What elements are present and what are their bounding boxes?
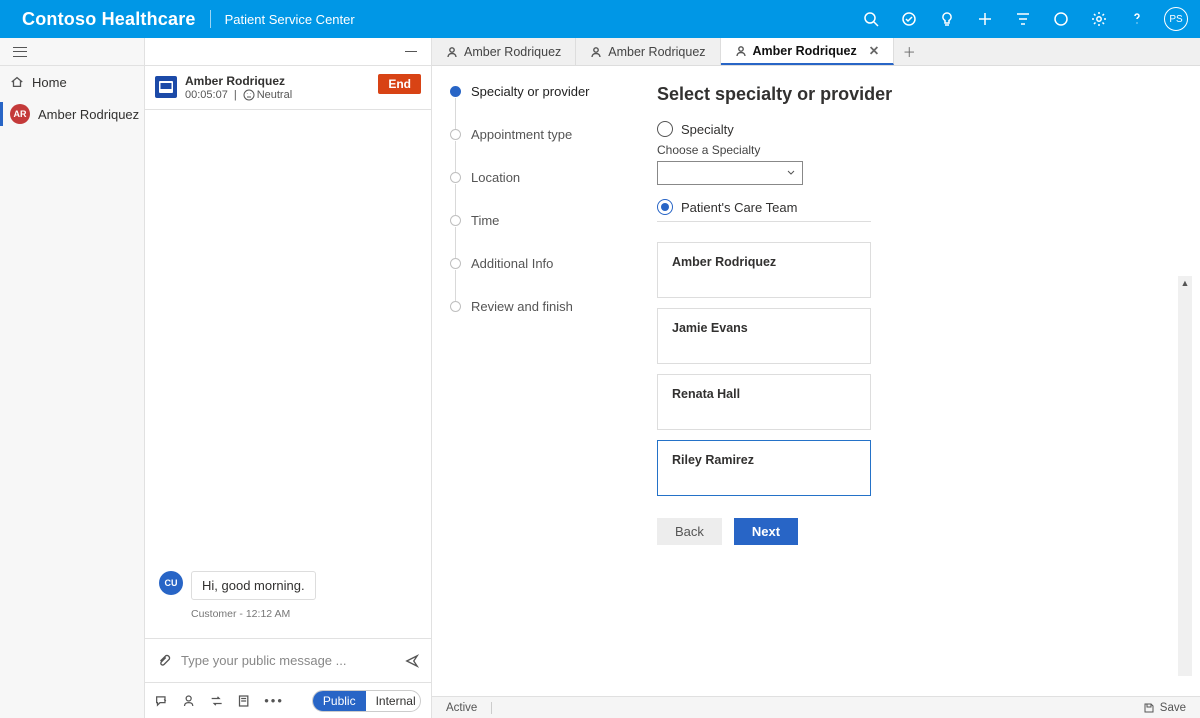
consult-icon[interactable] bbox=[182, 694, 195, 708]
care-team-card[interactable]: Amber Rodriquez bbox=[657, 242, 871, 298]
main-area: Amber Rodriquez Amber Rodriquez Amber Ro… bbox=[432, 38, 1200, 718]
scroll-up-icon[interactable]: ▲ bbox=[1181, 276, 1190, 290]
quick-reply-icon[interactable] bbox=[155, 694, 168, 708]
brand-name: Contoso Healthcare bbox=[22, 9, 196, 30]
close-tab-icon[interactable]: ✕ bbox=[869, 43, 879, 58]
radio-icon bbox=[657, 199, 673, 215]
message-bubble: Hi, good morning. bbox=[191, 571, 316, 600]
step-location[interactable]: Location bbox=[450, 170, 627, 213]
chat-message-input[interactable] bbox=[181, 653, 395, 668]
save-icon bbox=[1143, 702, 1155, 714]
message-meta: Customer - 12:12 AM bbox=[191, 608, 417, 620]
chat-channel-icon bbox=[155, 76, 177, 98]
chat-panel-header bbox=[145, 38, 431, 66]
tab-patient-1[interactable]: Amber Rodriquez bbox=[576, 38, 720, 65]
search-icon[interactable] bbox=[854, 0, 888, 38]
care-team-card[interactable]: Renata Hall bbox=[657, 374, 871, 430]
chevron-down-icon bbox=[786, 168, 796, 178]
scrollbar[interactable]: ▲ bbox=[1178, 276, 1192, 676]
radio-icon bbox=[657, 121, 673, 137]
conversation-panel: Amber Rodriquez 00:05:07 | Neutral End C… bbox=[145, 38, 432, 718]
chat-customer-name: Amber Rodriquez bbox=[185, 74, 370, 88]
session-avatar: AR bbox=[10, 104, 30, 124]
chat-toolbar: ••• Public Internal bbox=[145, 682, 431, 718]
rail-item-session[interactable]: AR Amber Rodriquez bbox=[0, 98, 144, 130]
product-name: Patient Service Center bbox=[225, 12, 355, 27]
notes-icon[interactable] bbox=[237, 694, 250, 708]
gear-icon[interactable] bbox=[1082, 0, 1116, 38]
radio-care-team[interactable]: Patient's Care Team bbox=[657, 199, 1170, 215]
add-icon[interactable] bbox=[968, 0, 1002, 38]
radio-specialty[interactable]: Specialty bbox=[657, 121, 1170, 137]
person-icon bbox=[735, 45, 747, 57]
back-button[interactable]: Back bbox=[657, 518, 722, 545]
help-icon[interactable] bbox=[1120, 0, 1154, 38]
care-team-top-divider bbox=[657, 221, 871, 222]
brand-separator bbox=[210, 10, 211, 28]
toggle-public[interactable]: Public bbox=[313, 691, 366, 711]
toggle-internal[interactable]: Internal bbox=[366, 691, 421, 711]
form-panel: Select specialty or provider Specialty C… bbox=[637, 66, 1200, 696]
end-chat-button[interactable]: End bbox=[378, 74, 421, 94]
rail-home-label: Home bbox=[32, 75, 67, 90]
filter-icon[interactable] bbox=[1006, 0, 1040, 38]
task-check-icon[interactable] bbox=[892, 0, 926, 38]
chat-sub-sep: | bbox=[234, 89, 237, 101]
step-appointment-type[interactable]: Appointment type bbox=[450, 127, 627, 170]
rail-header bbox=[0, 38, 144, 66]
chat-timer: 00:05:07 bbox=[185, 89, 228, 101]
rail-item-home[interactable]: Home bbox=[0, 66, 144, 98]
next-button[interactable]: Next bbox=[734, 518, 798, 545]
new-tab-button[interactable]: ＋ bbox=[894, 38, 924, 65]
panel-title: Select specialty or provider bbox=[657, 84, 1170, 105]
header-actions: PS bbox=[854, 0, 1188, 38]
specialty-select[interactable] bbox=[657, 161, 803, 185]
hamburger-icon[interactable] bbox=[13, 47, 27, 57]
person-icon bbox=[446, 46, 458, 58]
record-icon[interactable] bbox=[1044, 0, 1078, 38]
lightbulb-icon[interactable] bbox=[930, 0, 964, 38]
more-icon[interactable]: ••• bbox=[264, 693, 284, 708]
tab-bar: Amber Rodriquez Amber Rodriquez Amber Ro… bbox=[432, 38, 1200, 66]
care-team-card-selected[interactable]: Riley Ramirez bbox=[657, 440, 871, 496]
user-avatar[interactable]: PS bbox=[1164, 7, 1188, 31]
status-bar: Active Save bbox=[432, 696, 1200, 718]
save-button[interactable]: Save bbox=[1143, 702, 1186, 714]
left-rail: Home AR Amber Rodriquez bbox=[0, 38, 145, 718]
active-chat-card[interactable]: Amber Rodriquez 00:05:07 | Neutral End bbox=[145, 66, 431, 110]
specialty-field-label: Choose a Specialty bbox=[657, 143, 1170, 157]
rail-session-label: Amber Rodriquez bbox=[38, 107, 139, 122]
record-status: Active bbox=[446, 702, 477, 714]
tab-patient-0[interactable]: Amber Rodriquez bbox=[432, 38, 576, 65]
tab-patient-2[interactable]: Amber Rodriquez ✕ bbox=[721, 38, 895, 65]
transfer-icon[interactable] bbox=[210, 694, 223, 708]
step-specialty[interactable]: Specialty or provider bbox=[450, 84, 627, 127]
step-review[interactable]: Review and finish bbox=[450, 299, 627, 342]
app-header: Contoso Healthcare Patient Service Cente… bbox=[0, 0, 1200, 38]
chat-input-bar bbox=[145, 638, 431, 682]
attachment-icon[interactable] bbox=[157, 654, 171, 668]
visibility-toggle[interactable]: Public Internal bbox=[312, 690, 421, 712]
minimize-icon[interactable] bbox=[405, 51, 417, 52]
message-avatar: CU bbox=[159, 571, 183, 595]
sentiment-indicator: Neutral bbox=[243, 89, 292, 101]
send-icon[interactable] bbox=[405, 654, 419, 668]
home-icon bbox=[10, 75, 24, 89]
step-additional-info[interactable]: Additional Info bbox=[450, 256, 627, 299]
chat-message: CU Hi, good morning. bbox=[159, 571, 417, 600]
wizard-stepper: Specialty or provider Appointment type L… bbox=[432, 66, 637, 696]
step-time[interactable]: Time bbox=[450, 213, 627, 256]
chat-transcript: CU Hi, good morning. Customer - 12:12 AM bbox=[145, 110, 431, 638]
person-icon bbox=[590, 46, 602, 58]
care-team-card[interactable]: Jamie Evans bbox=[657, 308, 871, 364]
